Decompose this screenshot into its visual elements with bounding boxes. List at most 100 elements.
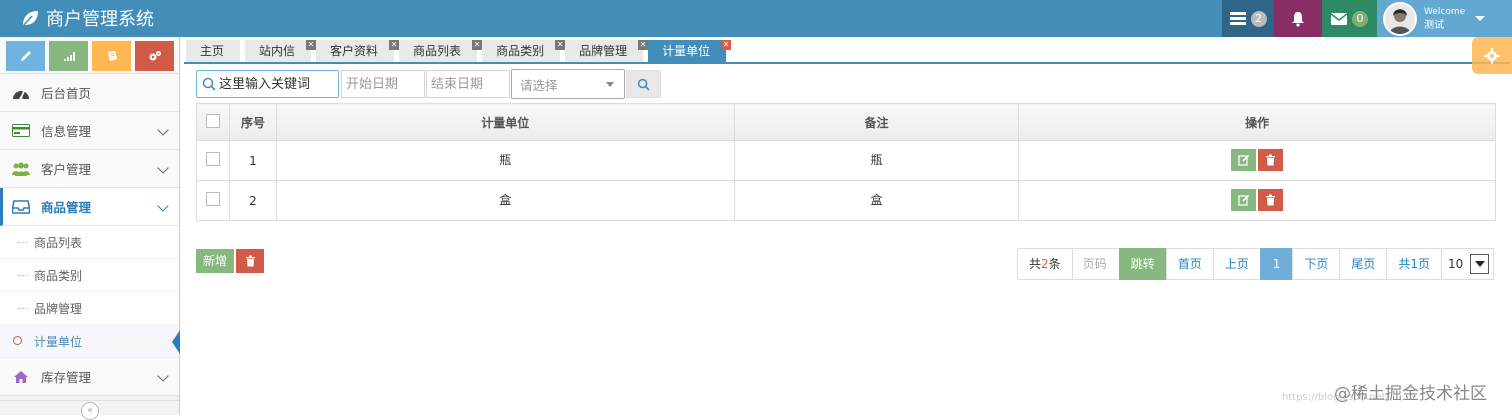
close-icon[interactable]: ✕ — [638, 40, 649, 50]
first-page-button[interactable]: 首页 — [1165, 248, 1214, 280]
settings-button[interactable] — [1472, 37, 1512, 74]
user-menu[interactable]: Welcome 测试 — [1377, 0, 1512, 37]
gear-icon — [1484, 47, 1500, 64]
circle-icon — [13, 336, 22, 345]
tab-label: 商品类别 — [496, 44, 545, 58]
start-date-input[interactable] — [346, 76, 424, 92]
tab-messages[interactable]: 站内信 ✕ — [245, 40, 317, 62]
edit-button[interactable] — [1231, 189, 1257, 211]
subitem-label: 计量单位 — [34, 334, 83, 349]
prev-page-button[interactable]: 上页 — [1212, 248, 1261, 280]
page-number-input[interactable]: 页码 — [1071, 248, 1120, 280]
total-suffix: 条 — [1048, 257, 1061, 271]
close-icon[interactable]: ✕ — [472, 40, 483, 50]
tab-product-category[interactable]: 商品类别 ✕ — [482, 40, 566, 62]
next-page-button[interactable]: 下页 — [1292, 248, 1341, 280]
tasks-button[interactable]: 2 — [1222, 0, 1274, 37]
add-button[interactable]: 新增 — [196, 249, 234, 273]
sidebar-item-label: 信息管理 — [41, 124, 92, 139]
caret-down-icon — [606, 82, 614, 87]
shortcut-book-button[interactable] — [92, 41, 131, 71]
total-pages: 共1页 — [1386, 248, 1443, 280]
trash-icon — [245, 255, 255, 267]
signal-icon — [63, 52, 75, 61]
messages-button[interactable]: 0 — [1322, 0, 1377, 37]
tab-underline — [184, 62, 1510, 64]
sidebar-subitem-product-list[interactable]: 商品列表 — [0, 226, 179, 259]
tab-home[interactable]: 主页 — [186, 40, 241, 62]
search-button[interactable] — [626, 70, 661, 98]
row-checkbox[interactable] — [205, 192, 220, 206]
search-icon — [637, 78, 650, 91]
subitem-label: 商品列表 — [34, 235, 83, 250]
search-icon — [202, 77, 216, 91]
end-date-field[interactable] — [426, 70, 510, 98]
row-select-cell — [196, 180, 230, 221]
shortcut-pencil-button[interactable] — [6, 41, 45, 71]
tab-label: 主页 — [200, 44, 225, 58]
keyword-input[interactable] — [219, 76, 338, 92]
current-page[interactable]: 1 — [1259, 248, 1294, 280]
sidebar-subitem-product-category[interactable]: 商品类别 — [0, 259, 179, 292]
sidebar-item-info[interactable]: 信息管理 — [0, 112, 179, 150]
edit-icon — [1238, 194, 1249, 206]
unit-cell: 盒 — [275, 180, 735, 221]
start-date-field[interactable] — [341, 70, 425, 98]
column-header[interactable]: 序号 — [228, 103, 277, 141]
tab-customers[interactable]: 客户资料 ✕ — [316, 40, 400, 62]
avatar — [1383, 1, 1417, 36]
table-header-row: 序号 计量单位 备注 操作 — [196, 103, 1496, 141]
brand[interactable]: 商户管理系统 — [20, 4, 154, 32]
sidebar-item-label: 后台首页 — [41, 86, 92, 101]
user-name: 测试 — [1424, 19, 1444, 31]
end-date-input[interactable] — [431, 76, 509, 92]
close-icon[interactable]: ✕ — [721, 40, 732, 50]
sidebar-collapse-bar[interactable]: « — [0, 400, 179, 420]
page-size-select[interactable]: 10 — [1441, 248, 1495, 280]
tab-brand[interactable]: 品牌管理 ✕ — [565, 40, 649, 62]
close-icon[interactable]: ✕ — [306, 40, 317, 50]
sidebar-subitem-unit[interactable]: 计量单位 — [0, 325, 180, 358]
inbox-icon — [10, 198, 32, 216]
delete-button[interactable] — [1258, 189, 1284, 211]
sidebar-item-products[interactable]: 商品管理 — [0, 188, 179, 226]
close-icon[interactable]: ✕ — [555, 40, 566, 50]
filter-select[interactable]: 请选择 — [511, 69, 625, 99]
user-greeting: Welcome — [1424, 6, 1466, 17]
top-navbar: 商户管理系统 2 0 Welcome 测试 — [0, 0, 1512, 37]
column-header[interactable]: 备注 — [733, 103, 1020, 141]
sidebar-item-dashboard[interactable]: 后台首页 — [0, 74, 179, 112]
messages-badge: 0 — [1352, 10, 1368, 27]
double-angle-left-icon[interactable]: « — [81, 402, 99, 420]
sidebar-item-label: 客户管理 — [41, 162, 92, 177]
tab-product-list[interactable]: 商品列表 ✕ — [399, 40, 483, 62]
tasks-badge: 2 — [1250, 10, 1267, 27]
edit-button[interactable] — [1231, 149, 1257, 171]
shortcut-cogs-button[interactable] — [135, 41, 174, 71]
jump-button[interactable]: 跳转 — [1118, 248, 1167, 280]
keyword-search[interactable] — [196, 70, 339, 98]
tab-unit[interactable]: 计量单位 ✕ — [648, 40, 732, 62]
sidebar-item-label: 库存管理 — [41, 370, 92, 385]
total-number: 2 — [1041, 257, 1049, 271]
batch-delete-button[interactable] — [236, 249, 264, 273]
column-header[interactable]: 计量单位 — [275, 103, 735, 141]
tab-label: 客户资料 — [330, 44, 379, 58]
sidebar-item-inventory[interactable]: 库存管理 — [0, 358, 179, 396]
sidebar-subitem-brand[interactable]: 品牌管理 — [0, 292, 179, 325]
table-row[interactable]: 1 瓶 瓶 — [196, 140, 1496, 181]
pencil-icon — [20, 51, 31, 61]
select-all-checkbox[interactable] — [205, 113, 220, 128]
row-checkbox[interactable] — [205, 152, 220, 166]
notifications-button[interactable] — [1274, 0, 1322, 37]
caret-down-icon[interactable] — [1470, 254, 1490, 274]
products-submenu: 商品列表 商品类别 品牌管理 计量单位 — [0, 226, 180, 358]
close-icon[interactable]: ✕ — [389, 40, 400, 50]
table-row[interactable]: 2 盒 盒 — [196, 180, 1496, 221]
last-page-button[interactable]: 尾页 — [1339, 248, 1388, 280]
delete-button[interactable] — [1258, 149, 1284, 171]
index-cell: 1 — [228, 140, 277, 181]
shortcut-signal-button[interactable] — [49, 41, 88, 71]
ops-cell — [1018, 140, 1496, 181]
sidebar-item-customers[interactable]: 客户管理 — [0, 150, 179, 188]
